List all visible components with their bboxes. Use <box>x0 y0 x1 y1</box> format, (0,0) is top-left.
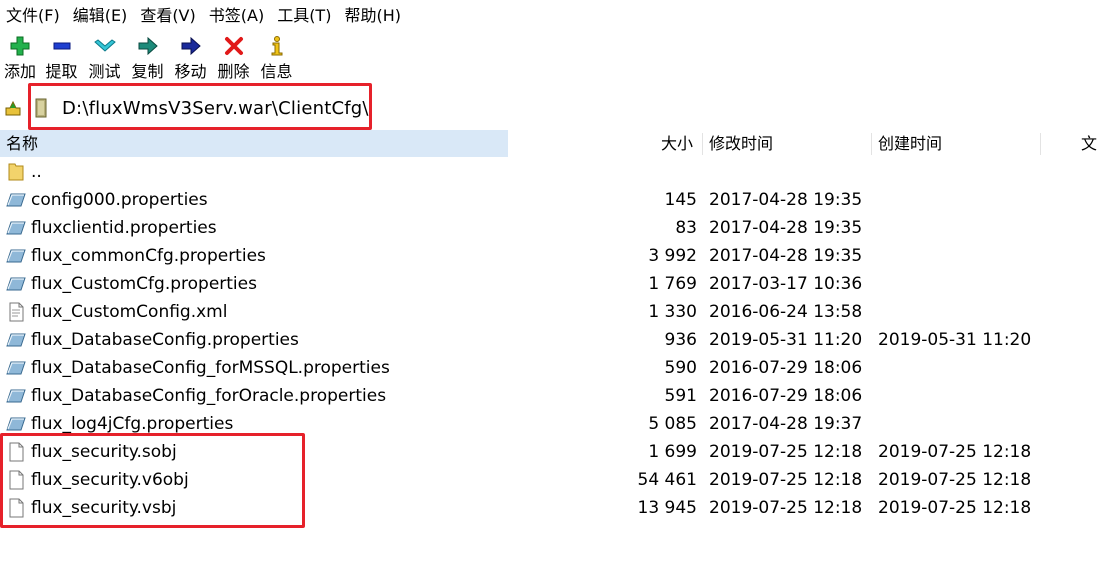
file-modified: 2016-07-29 18:06 <box>709 386 863 406</box>
file-size: 54 461 <box>637 470 697 490</box>
menu-view[interactable]: 查看(V) <box>134 0 202 32</box>
file-size: 5 085 <box>648 414 697 434</box>
file-created: 2019-07-25 12:18 <box>878 442 1032 462</box>
file-modified: 2019-05-31 11:20 <box>709 330 863 350</box>
file-created: 2019-07-25 12:18 <box>878 470 1032 490</box>
plus-icon <box>8 34 32 58</box>
file-modified: 2019-07-25 12:18 <box>709 498 863 518</box>
delete-x-icon <box>222 34 246 58</box>
info-icon <box>265 34 289 58</box>
column-separator[interactable] <box>871 133 872 155</box>
file-modified: 2019-07-25 12:18 <box>709 442 863 462</box>
up-folder-icon[interactable] <box>2 97 24 119</box>
file-row[interactable]: config000.properties 145 2017-04-28 19:35 <box>0 186 1097 214</box>
extract-button[interactable]: 提取 <box>40 34 83 86</box>
check-icon <box>93 34 117 58</box>
security-files-highlight-box <box>0 433 305 528</box>
menu-help[interactable]: 帮助(H) <box>338 0 408 32</box>
file-name: config000.properties <box>31 190 208 210</box>
move-label: 移动 <box>174 62 207 81</box>
column-name[interactable]: 名称 <box>6 130 38 157</box>
delete-label: 删除 <box>217 62 250 81</box>
menu-tools[interactable]: 工具(T) <box>271 0 338 32</box>
file-row[interactable]: .. <box>0 158 1097 186</box>
file-size: 1 769 <box>648 274 697 294</box>
file-row[interactable]: fluxclientid.properties 83 2017-04-28 19:3… <box>0 214 1097 242</box>
properties-file-icon <box>5 414 27 434</box>
menu-bookmarks[interactable]: 书签(A) <box>203 0 271 32</box>
info-button[interactable]: 信息 <box>255 34 298 86</box>
xml-file-icon <box>5 302 27 322</box>
properties-file-icon <box>5 358 27 378</box>
file-row[interactable]: flux_DatabaseConfig_forMSSQL.properties 5… <box>0 354 1097 382</box>
file-modified: 2016-07-29 18:06 <box>709 358 863 378</box>
file-created: 2019-05-31 11:20 <box>878 330 1032 350</box>
add-button[interactable]: 添加 <box>0 34 40 86</box>
properties-file-icon <box>5 386 27 406</box>
address-highlight-box <box>28 83 372 130</box>
file-size: 590 <box>664 358 697 378</box>
folder-icon <box>5 162 27 182</box>
properties-file-icon <box>5 330 27 350</box>
file-name: flux_CustomCfg.properties <box>31 274 257 294</box>
column-modified[interactable]: 修改时间 <box>709 130 773 157</box>
file-name: flux_commonCfg.properties <box>31 246 266 266</box>
column-header: 名称 大小 修改时间 创建时间 文 <box>0 130 1097 157</box>
file-size: 83 <box>675 218 697 238</box>
file-size: 3 992 <box>648 246 697 266</box>
file-modified: 2016-06-24 13:58 <box>709 302 863 322</box>
file-name: flux_DatabaseConfig_forMSSQL.properties <box>31 358 390 378</box>
column-separator[interactable] <box>702 133 703 155</box>
move-button[interactable]: 移动 <box>169 34 212 86</box>
menu-bar: 文件(F) 编辑(E) 查看(V) 书签(A) 工具(T) 帮助(H) <box>0 0 1097 32</box>
file-modified: 2017-04-28 19:35 <box>709 246 863 266</box>
properties-file-icon <box>5 190 27 210</box>
menu-file[interactable]: 文件(F) <box>0 0 67 32</box>
file-row[interactable]: flux_CustomCfg.properties 1 769 2017-03-17… <box>0 270 1097 298</box>
file-modified: 2017-04-28 19:35 <box>709 190 863 210</box>
column-separator[interactable] <box>1040 133 1041 155</box>
file-modified: 2017-04-28 19:37 <box>709 414 863 434</box>
properties-file-icon <box>5 218 27 238</box>
copy-label: 复制 <box>131 62 164 81</box>
minus-icon <box>50 34 74 58</box>
file-modified: 2019-07-25 12:18 <box>709 470 863 490</box>
file-size: 145 <box>664 190 697 210</box>
file-size: 936 <box>664 330 697 350</box>
menu-edit[interactable]: 编辑(E) <box>67 0 135 32</box>
file-name: flux_DatabaseConfig_forOracle.properties <box>31 386 387 406</box>
toolbar: 添加 提取 测试 复制 移动 删除 信息 <box>0 34 298 86</box>
copy-button[interactable]: 复制 <box>126 34 169 86</box>
copy-arrow-icon <box>136 34 160 58</box>
file-modified: 2017-03-17 10:36 <box>709 274 863 294</box>
move-arrow-icon <box>179 34 203 58</box>
file-size: 1 330 <box>648 302 697 322</box>
file-row[interactable]: flux_CustomConfig.xml 1 330 2016-06-24 13:… <box>0 298 1097 326</box>
column-extra[interactable]: 文 <box>1081 130 1097 157</box>
add-label: 添加 <box>3 62 36 81</box>
file-name: flux_DatabaseConfig.properties <box>31 330 299 350</box>
file-row[interactable]: flux_DatabaseConfig.properties 936 2019-05… <box>0 326 1097 354</box>
file-name: .. <box>31 162 42 182</box>
column-size[interactable]: 大小 <box>661 130 693 157</box>
file-row[interactable]: flux_DatabaseConfig_forOracle.properties… <box>0 382 1097 410</box>
info-label: 信息 <box>260 62 293 81</box>
file-name: flux_CustomConfig.xml <box>31 302 228 322</box>
properties-file-icon <box>5 274 27 294</box>
file-name: fluxclientid.properties <box>31 218 217 238</box>
file-size: 591 <box>664 386 697 406</box>
file-modified: 2017-04-28 19:35 <box>709 218 863 238</box>
file-created: 2019-07-25 12:18 <box>878 498 1032 518</box>
test-button[interactable]: 测试 <box>83 34 126 86</box>
delete-button[interactable]: 删除 <box>212 34 255 86</box>
file-size: 13 945 <box>637 498 697 518</box>
properties-file-icon <box>5 246 27 266</box>
column-name-bg <box>0 130 508 157</box>
test-label: 测试 <box>88 62 121 81</box>
extract-label: 提取 <box>45 62 78 81</box>
file-size: 1 699 <box>648 442 697 462</box>
column-created[interactable]: 创建时间 <box>878 130 942 157</box>
file-row[interactable]: flux_commonCfg.properties 3 992 2017-04-28… <box>0 242 1097 270</box>
